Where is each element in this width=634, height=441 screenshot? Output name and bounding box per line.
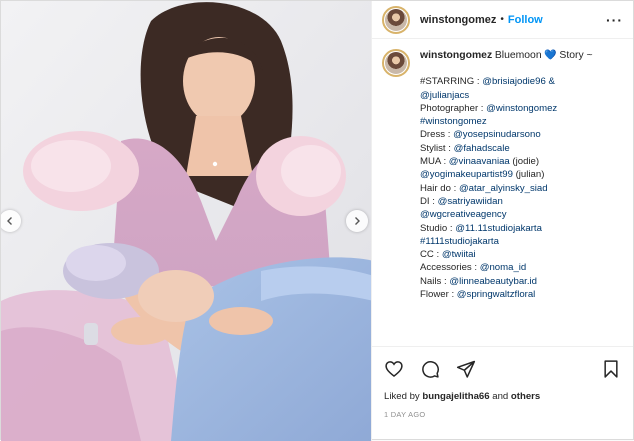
follow-button[interactable]: Follow xyxy=(508,14,543,26)
caption-line: @yogimakeupartist99 (julian) xyxy=(420,168,623,181)
separator-dot: • xyxy=(500,14,504,25)
post-photo xyxy=(1,1,371,441)
caption-title: Bluemoon xyxy=(494,50,542,61)
caption-line: Photographer : @winstongomez xyxy=(420,102,623,115)
post-header: winstongomez • Follow ··· xyxy=(372,1,633,39)
post-timestamp[interactable]: 1 DAY AGO xyxy=(372,402,633,419)
comment-icon[interactable] xyxy=(420,359,440,379)
likes-prefix: Liked by xyxy=(384,391,423,402)
caption-tag-link[interactable]: @brisiajodie96 & xyxy=(482,76,555,87)
caption-line: Nails : @linneabeautybar.id xyxy=(420,275,623,288)
chevron-left-icon xyxy=(7,217,12,225)
caption-tag-link[interactable]: @vinaavaniaa xyxy=(449,156,510,167)
caption-line-label: DI : xyxy=(420,195,438,207)
caption-line: CC : @twiitai xyxy=(420,248,623,261)
caption-line: #STARRING : @brisiajodie96 & xyxy=(420,75,623,88)
caption-line: Studio : @11.11studiojakarta xyxy=(420,222,623,235)
blue-heart-icon: 💙 xyxy=(544,50,557,61)
caption-line-label: MUA : xyxy=(420,156,449,168)
caption-line-label: Studio : xyxy=(420,222,456,234)
caption-tag-link[interactable]: @julianjacs xyxy=(420,90,469,101)
caption-line-label: Hair do : xyxy=(420,182,459,194)
caption-line: #winstongomez xyxy=(420,115,623,128)
post-media[interactable] xyxy=(1,1,372,441)
caption-line: DI : @satriyawiidan xyxy=(420,195,623,208)
caption-tag-link[interactable]: @winstongomez xyxy=(486,103,557,114)
caption-line: Accessories : @noma_id xyxy=(420,261,623,274)
more-options-icon[interactable]: ··· xyxy=(606,12,623,28)
caption-line: Dress : @yosepsinudarsono xyxy=(420,128,623,141)
caption-tag-link[interactable]: @noma_id xyxy=(480,262,527,273)
caption-line-label: Nails : xyxy=(420,275,450,287)
instagram-post: winstongomez • Follow ··· winstongomez B… xyxy=(0,0,634,441)
header-username[interactable]: winstongomez xyxy=(420,14,496,26)
caption-line: Hair do : @atar_alyinsky_siad xyxy=(420,182,623,195)
caption-tag-link[interactable]: @wgcreativeagency xyxy=(420,209,507,220)
caption-line: @wgcreativeagency xyxy=(420,208,623,221)
caption-tag-link[interactable]: @satriyawiidan xyxy=(438,196,503,207)
caption-line: Stylist : @fahadscale xyxy=(420,142,623,155)
caption-line-label: Accessories : xyxy=(420,262,480,274)
liked-by-user-link[interactable]: bungajelitha66 xyxy=(422,391,489,402)
caption-tag-link[interactable]: @twiitai xyxy=(442,249,476,260)
caption-tag-link[interactable]: @springwaltzfloral xyxy=(457,289,536,300)
bookmark-icon[interactable] xyxy=(601,359,621,379)
caption-line-note: (jodie) xyxy=(509,156,540,168)
caption-tag-link[interactable]: @fahadscale xyxy=(454,143,510,154)
next-slide-button[interactable] xyxy=(346,210,368,232)
caption-tag-link[interactable]: @yogimakeupartist99 xyxy=(420,169,513,180)
caption-tag-link[interactable]: @11.11studiojakarta xyxy=(455,223,542,234)
caption-line-label: Stylist : xyxy=(420,142,454,154)
caption-line: Flower : @springwaltzfloral xyxy=(420,288,623,301)
caption-line-label: Flower : xyxy=(420,289,457,301)
caption-tag-link[interactable]: #winstongomez xyxy=(420,116,487,127)
caption-tag-link[interactable]: @atar_alyinsky_siad xyxy=(459,183,548,194)
caption-line-label: Dress : xyxy=(420,129,454,141)
chevron-right-icon xyxy=(355,217,360,225)
caption-tag-link[interactable]: @yosepsinudarsono xyxy=(453,129,541,140)
caption-line: #1111studiojakarta xyxy=(420,235,623,248)
caption-line: @julianjacs xyxy=(420,89,623,102)
caption-line: MUA : @vinaavaniaa (jodie) xyxy=(420,155,623,168)
heart-icon[interactable] xyxy=(384,359,404,379)
caption-line-label: #STARRING : xyxy=(420,76,483,88)
share-icon[interactable] xyxy=(456,359,476,379)
post-side-panel: winstongomez • Follow ··· winstongomez B… xyxy=(372,1,633,441)
caption-tag-link[interactable]: @linneabeautybar.id xyxy=(449,276,537,287)
avatar[interactable] xyxy=(382,49,410,77)
likes-summary: Liked by bungajelitha66 and others xyxy=(372,391,633,402)
caption-line-label: CC : xyxy=(420,249,442,261)
caption-username[interactable]: winstongomez xyxy=(420,50,492,61)
caption-line-label: Photographer : xyxy=(420,102,487,114)
caption-title-suffix: Story ~ xyxy=(559,50,593,61)
action-bar xyxy=(372,347,633,391)
caption-tag-link[interactable]: #1111studiojakarta xyxy=(420,236,499,247)
caption-text: winstongomez Bluemoon 💙 Story ~ #STARRIN… xyxy=(420,49,623,301)
avatar[interactable] xyxy=(382,5,410,34)
caption-line-note: (julian) xyxy=(512,169,545,181)
likes-others-link[interactable]: others xyxy=(511,391,540,402)
likes-middle: and xyxy=(489,391,511,402)
caption-section: winstongomez Bluemoon 💙 Story ~ #STARRIN… xyxy=(372,39,633,347)
